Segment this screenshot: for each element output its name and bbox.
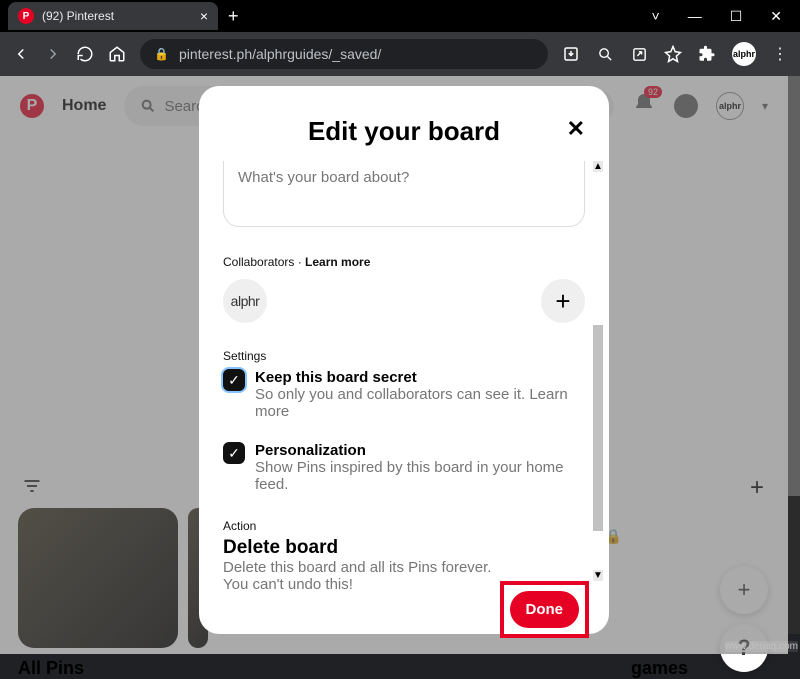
personalization-title: Personalization: [255, 442, 585, 459]
minimize-icon[interactable]: —: [688, 8, 702, 25]
back-button[interactable]: [12, 45, 30, 63]
delete-subtitle-2: You can't undo this!: [223, 576, 585, 593]
lock-icon: 🔒: [154, 47, 169, 61]
profile-avatar-browser[interactable]: alphr: [732, 42, 756, 66]
forward-button[interactable]: [44, 45, 62, 63]
modal-title: Edit your board: [308, 116, 500, 147]
modal-scrollbar[interactable]: ▲ ▼: [593, 161, 603, 581]
personalization-checkbox[interactable]: ✓: [223, 442, 245, 464]
window-titlebar: P (92) Pinterest × + ˅ — ☐ ✕: [0, 0, 800, 32]
zoom-icon[interactable]: [596, 46, 614, 63]
share-icon[interactable]: [630, 46, 648, 63]
extensions-icon[interactable]: [698, 45, 716, 63]
address-bar[interactable]: 🔒 pinterest.ph/alphrguides/_saved/: [140, 39, 548, 69]
watermark: www.deuaq.com: [725, 641, 798, 652]
board-label: games: [631, 658, 688, 679]
scroll-up-icon[interactable]: ▲: [593, 161, 603, 172]
secret-checkbox[interactable]: ✓: [223, 369, 245, 391]
add-collaborator-button[interactable]: +: [541, 279, 585, 323]
reload-button[interactable]: [76, 45, 94, 63]
page-scroll-thumb[interactable]: [788, 76, 800, 496]
description-input[interactable]: What's your board about?: [223, 161, 585, 227]
collaborator-avatar[interactable]: alphr: [223, 279, 267, 323]
edit-board-modal: Edit your board ✕ What's your board abou…: [199, 86, 609, 634]
collaborators-label: Collaborators ·: [223, 255, 302, 269]
scroll-down-icon[interactable]: ▼: [593, 570, 603, 581]
secret-title: Keep this board secret: [255, 369, 585, 386]
browser-tab[interactable]: P (92) Pinterest ×: [8, 2, 218, 30]
personalization-subtitle: Show Pins inspired by this board in your…: [255, 459, 585, 493]
chevron-down-icon[interactable]: ˅: [652, 8, 660, 25]
url-text: pinterest.ph/alphrguides/_saved/: [179, 46, 381, 62]
description-placeholder: What's your board about?: [238, 169, 409, 186]
pinterest-favicon: P: [18, 8, 34, 24]
page-scrollbar[interactable]: [788, 76, 800, 634]
tab-close-icon[interactable]: ×: [200, 8, 208, 24]
learn-more-link[interactable]: Learn more: [305, 255, 370, 269]
tab-title: (92) Pinterest: [42, 9, 114, 23]
close-icon[interactable]: ✕: [567, 116, 585, 142]
window-close-icon[interactable]: ✕: [770, 8, 782, 25]
install-icon[interactable]: [562, 45, 580, 63]
board-label: All Pins: [18, 658, 84, 679]
browser-toolbar: 🔒 pinterest.ph/alphrguides/_saved/ alphr…: [0, 32, 800, 76]
star-icon[interactable]: [664, 45, 682, 63]
secret-subtitle: So only you and collaborators can see it…: [255, 386, 585, 420]
delete-subtitle-1: Delete this board and all its Pins forev…: [223, 559, 585, 576]
done-button[interactable]: Done: [510, 591, 580, 628]
home-button[interactable]: [108, 45, 126, 63]
settings-label: Settings: [223, 349, 585, 363]
delete-board-link[interactable]: Delete board: [223, 537, 585, 559]
menu-dots-icon[interactable]: ⋮: [772, 44, 788, 64]
action-label: Action: [223, 519, 585, 533]
scroll-thumb[interactable]: [593, 325, 603, 531]
new-tab-button[interactable]: +: [218, 6, 249, 27]
maximize-icon[interactable]: ☐: [730, 8, 743, 25]
